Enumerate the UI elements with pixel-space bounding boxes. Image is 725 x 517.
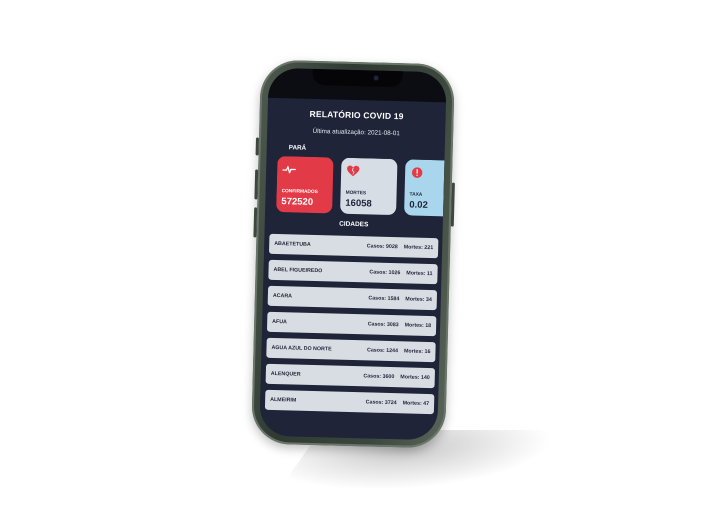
city-cases: Casos: 3600 <box>363 373 395 381</box>
city-deaths: Mortes: 34 <box>405 296 432 304</box>
status-bar <box>268 67 447 103</box>
city-deaths: Mortes: 47 <box>402 400 430 408</box>
city-deaths: Mortes: 18 <box>404 322 432 330</box>
city-name: ABEL FIGUEIREDO <box>273 266 323 275</box>
list-item[interactable]: ABAETETUBA Casos: 9028 Mortes: 221 <box>268 233 439 259</box>
phone-mockup: RELATÓRIO COVID 19 Última atualização: 2… <box>251 59 455 449</box>
card-taxa[interactable]: TAXA 0.02 <box>404 159 445 217</box>
region-label: PARÁ <box>288 144 307 152</box>
card-value: 0.02 <box>409 199 428 211</box>
city-deaths: Mortes: 140 <box>400 374 430 382</box>
card-confirmados[interactable]: CONFIRMADOS 572520 <box>276 155 334 214</box>
card-label: CONFIRMADOS <box>281 189 318 196</box>
city-name: AFUÁ <box>272 318 287 326</box>
card-value: 572520 <box>281 196 314 208</box>
city-deaths: Mortes: 16 <box>403 348 431 356</box>
app-screen: RELATÓRIO COVID 19 Última atualização: 2… <box>259 67 447 441</box>
list-item[interactable]: ÁGUA AZUL DO NORTE Casos: 1244 Mortes: 1… <box>266 337 436 363</box>
last-updated-text: Última atualização: 2021-08-01 <box>312 127 400 138</box>
city-cases: Casos: 9028 <box>366 243 398 251</box>
city-cases: Casos: 3083 <box>367 321 399 329</box>
section-title-cidades: CIDADES <box>339 220 369 229</box>
city-deaths: Mortes: 221 <box>403 244 434 252</box>
summary-cards[interactable]: CONFIRMADOS 572520 MORTES 16058 TAXA 0.0… <box>276 155 445 218</box>
card-value: 16058 <box>345 197 372 210</box>
city-name: ÁGUA AZUL DO NORTE <box>271 344 332 353</box>
city-name: ALENQUER <box>270 370 301 378</box>
page-title: RELATÓRIO COVID 19 <box>309 108 404 122</box>
city-cases: Casos: 3724 <box>365 399 397 407</box>
broken-heart-icon <box>347 165 360 177</box>
list-item[interactable]: ALENQUER Casos: 3600 Mortes: 140 <box>265 363 436 389</box>
heartbeat-icon <box>282 166 296 174</box>
city-name: ABAETETUBA <box>274 240 311 248</box>
list-item[interactable]: ALMEIRIM Casos: 3724 Mortes: 47 <box>264 389 435 415</box>
city-name: ALMEIRIM <box>270 396 297 404</box>
list-item[interactable]: ACARÁ Casos: 1584 Mortes: 34 <box>267 285 438 311</box>
city-cases: Casos: 1244 <box>366 347 399 355</box>
notch <box>312 68 403 88</box>
camera-icon <box>373 75 379 81</box>
city-cases: Casos: 1584 <box>368 295 400 303</box>
card-mortes[interactable]: MORTES 16058 <box>340 157 398 216</box>
card-label: TAXA <box>409 192 423 198</box>
list-item[interactable]: AFUÁ Casos: 3083 Mortes: 18 <box>266 311 437 337</box>
alert-icon <box>411 167 423 178</box>
city-name: ACARÁ <box>272 292 293 300</box>
card-label: MORTES <box>345 190 367 197</box>
city-deaths: Mortes: 11 <box>406 270 433 278</box>
power-button <box>450 182 455 227</box>
cities-list[interactable]: ABAETETUBA Casos: 9028 Mortes: 221 ABEL … <box>264 233 439 420</box>
list-item[interactable]: ABEL FIGUEIREDO Casos: 1026 Mortes: 11 <box>268 259 438 285</box>
city-cases: Casos: 1026 <box>369 269 401 277</box>
side-button <box>255 137 260 156</box>
